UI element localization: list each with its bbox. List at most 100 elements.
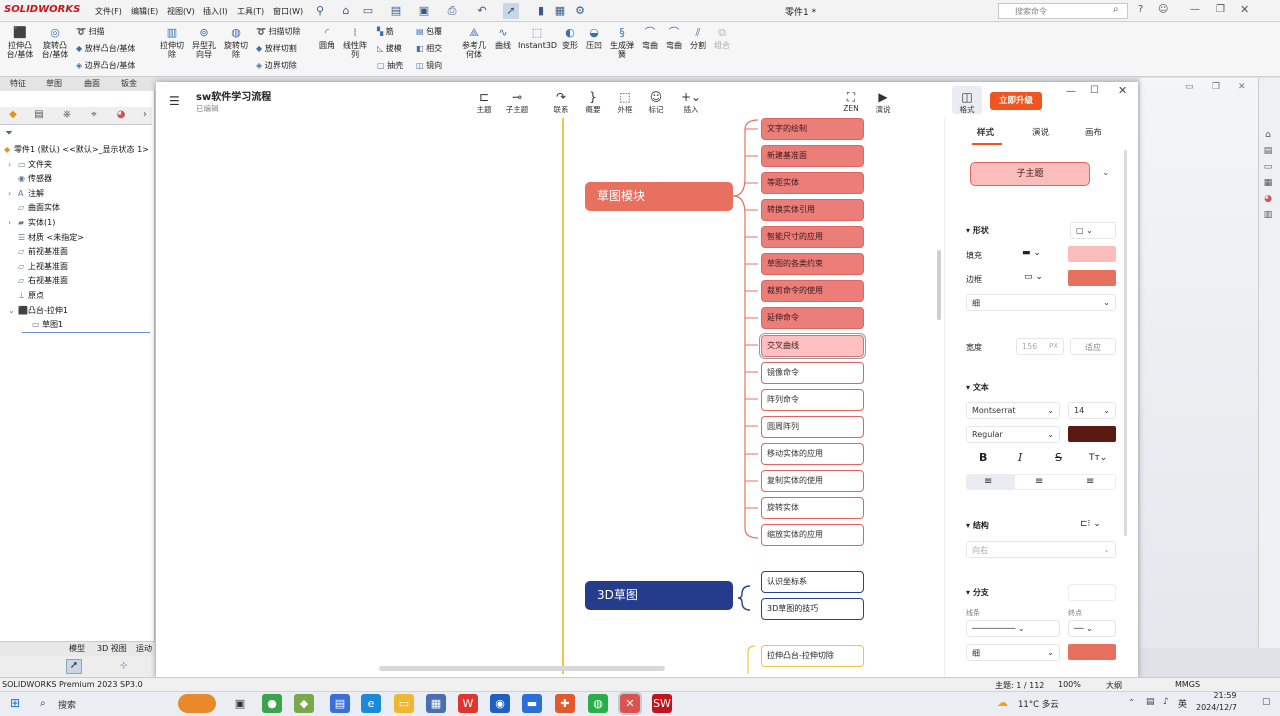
boundary-boss-button[interactable]: ◈ 边界凸台/基体	[76, 61, 135, 70]
tab-surfaces[interactable]: 曲面	[84, 78, 100, 89]
graphics-viewport[interactable]	[1140, 78, 1258, 648]
tree-item-boss-extrude1[interactable]: ⌄ ⬛凸台-拉伸1	[8, 305, 68, 319]
app-icon[interactable]: ✚	[555, 694, 575, 713]
save-icon[interactable]: ▣	[416, 3, 432, 19]
menu-edit[interactable]: 编辑(E)	[131, 6, 158, 17]
undo-icon[interactable]: ↶	[474, 3, 490, 19]
view-palette-icon[interactable]: ▦	[1261, 178, 1275, 191]
deform-button[interactable]: ◐ 变形	[560, 27, 580, 51]
text-color-swatch[interactable]	[1068, 426, 1116, 442]
line-style-select[interactable]: ───────── ⌄	[966, 620, 1060, 637]
section-text[interactable]: ▾ 文本	[966, 382, 989, 393]
chevron-right-icon[interactable]: ›	[136, 109, 154, 123]
menu-file[interactable]: 文件(F)	[95, 6, 122, 17]
marker-button[interactable]: ☺ 标记	[638, 91, 674, 115]
tree-item-folder[interactable]: › ▭ 文件夹	[8, 159, 52, 173]
revolve-cut-button[interactable]: ◍ 旋转切除	[222, 27, 250, 60]
instant3d-button[interactable]: ⬚ Instant3D	[518, 27, 557, 51]
command-search-input[interactable]: 搜索命令	[998, 3, 1128, 19]
flex-button-2[interactable]: ⌒ 弯曲	[664, 27, 684, 51]
font-family-select[interactable]: Montserrat ⌄	[966, 402, 1060, 419]
wrap-button[interactable]: ▤ 包覆	[416, 27, 442, 36]
weather-text[interactable]: 11°C 多云	[1018, 698, 1059, 710]
menu-tools[interactable]: 工具(T)	[237, 6, 264, 17]
insert-button[interactable]: +⌄ 插入	[673, 91, 709, 115]
split-button[interactable]: ⫽ 分割	[688, 27, 708, 51]
section-structure[interactable]: ▾ 结构	[966, 520, 989, 531]
subtopic-node[interactable]: 智能尺寸的应用	[761, 226, 864, 248]
solidworks-resources-icon[interactable]: ⌂	[1261, 130, 1275, 143]
subtopic-node[interactable]: 旋转实体	[761, 497, 864, 519]
tree-item-top-plane[interactable]: ▱ 上视基准面	[8, 261, 68, 275]
branch-weight-select[interactable]: 细 ⌄	[966, 644, 1060, 661]
border-weight-select[interactable]: 细 ⌄	[966, 294, 1116, 311]
task-view-icon[interactable]: ▣	[230, 694, 250, 713]
appearances-icon[interactable]: ◕	[1261, 194, 1275, 207]
subtopic-node[interactable]: 文字的绘制	[761, 118, 864, 140]
wechat-icon[interactable]: ◍	[588, 694, 608, 713]
topic-3d-sketch[interactable]: 3D草图	[585, 581, 733, 610]
loft-button[interactable]: ◆ 放样凸台/基体	[76, 44, 135, 53]
display-manager-icon[interactable]: ◕	[112, 109, 130, 123]
edge-icon[interactable]: e	[361, 694, 381, 713]
summary-button[interactable]: } 概要	[575, 91, 611, 115]
border-style-select[interactable]: ▭ ⌄	[1024, 272, 1043, 282]
minimize-icon[interactable]: —	[1066, 86, 1076, 97]
format-panel-button[interactable]: ◫ 格式	[949, 91, 985, 115]
subtopic-node[interactable]: 转换实体引用	[761, 199, 864, 221]
subtopic-button[interactable]: ⊸ 子主题	[499, 91, 535, 115]
fill-style-select[interactable]: ▬ ⌄	[1022, 248, 1041, 258]
strikethrough-button[interactable]: S	[1055, 451, 1062, 464]
clock-date[interactable]: 2024/12/7	[1196, 703, 1237, 712]
zoom-level[interactable]: 100%	[1058, 680, 1081, 689]
reference-geometry-button[interactable]: ⟁ 参考几何体	[460, 27, 488, 60]
lofted-cut-button[interactable]: ◆ 放样切割	[256, 44, 297, 53]
branch-style-select[interactable]	[1068, 584, 1116, 601]
zen-mode-button[interactable]: ⛶ ZEN	[833, 91, 869, 114]
store-icon[interactable]: ▦	[426, 694, 446, 713]
property-manager-icon[interactable]: ▤	[30, 109, 48, 123]
taskbar-widget-icon[interactable]	[178, 694, 216, 713]
swept-cut-button[interactable]: ➰ 扫描切除	[256, 27, 301, 36]
subtopic-node[interactable]: 等距实体	[761, 172, 864, 194]
volume-icon[interactable]: ♪	[1163, 697, 1169, 707]
hamburger-menu-icon[interactable]: ☰	[169, 94, 180, 108]
search-icon[interactable]: ⌕	[1113, 4, 1119, 15]
fillet-button[interactable]: ◜ 圆角	[316, 27, 338, 51]
maximize-icon[interactable]: ☐	[1090, 85, 1099, 96]
panel-scrollbar[interactable]	[1124, 150, 1127, 536]
traffic-light-icon[interactable]: ▮	[533, 3, 549, 19]
branch-color-swatch[interactable]	[1068, 644, 1116, 660]
section-branch[interactable]: ▾ 分支	[966, 587, 989, 598]
pitch-presentation-button[interactable]: ▶ 演说	[865, 91, 901, 115]
tab-model[interactable]: 模型	[69, 643, 85, 654]
menu-view[interactable]: 视图(V)	[167, 6, 195, 17]
outline-button[interactable]: 大纲	[1106, 680, 1122, 691]
curves-button[interactable]: ∿ 曲线	[492, 27, 514, 51]
boundary-cut-button[interactable]: ◈ 边界切除	[256, 61, 297, 70]
custom-properties-icon[interactable]: ▥	[1261, 210, 1275, 223]
notification-icon[interactable]: ▢	[1262, 697, 1271, 707]
tree-item-solid-bodies[interactable]: › ▰ 实体(1)	[8, 217, 55, 231]
tab-pitch[interactable]: 演说	[1032, 126, 1049, 138]
tray-expand-icon[interactable]: ⌃	[1128, 698, 1135, 708]
subtopic-node[interactable]: 镜像命令	[761, 362, 864, 384]
unit-system[interactable]: MMGS	[1175, 680, 1200, 689]
xmind-icon[interactable]: ✕	[618, 692, 642, 715]
subtopic-node[interactable]: 认识坐标系	[761, 571, 864, 593]
shell-button[interactable]: ▢ 抽壳	[377, 61, 403, 70]
menu-window[interactable]: 窗口(W)	[273, 6, 303, 17]
filter-icon[interactable]: ⏷	[5, 128, 13, 139]
taskbar-search-icon[interactable]: ⌕	[40, 698, 46, 709]
file-explorer-icon[interactable]: ▭	[1261, 162, 1275, 175]
file-explorer-taskbar-icon[interactable]: ▤	[330, 694, 350, 713]
shape-select[interactable]: ▢ ⌄	[1070, 222, 1116, 239]
taskbar-search[interactable]: 搜索	[58, 698, 76, 711]
tree-item-material[interactable]: ☰ 材质 <未指定>	[8, 232, 84, 246]
structure-select[interactable]: 向右 ⌄	[966, 541, 1116, 558]
subtopic-node[interactable]: 移动实体的应用	[761, 443, 864, 465]
weather-icon[interactable]: ☁	[997, 696, 1008, 709]
endpoint-select[interactable]: ── ⌄	[1068, 620, 1116, 637]
folder-icon[interactable]: ▭	[394, 694, 414, 713]
feature-manager-icon[interactable]: ◆	[4, 109, 22, 123]
